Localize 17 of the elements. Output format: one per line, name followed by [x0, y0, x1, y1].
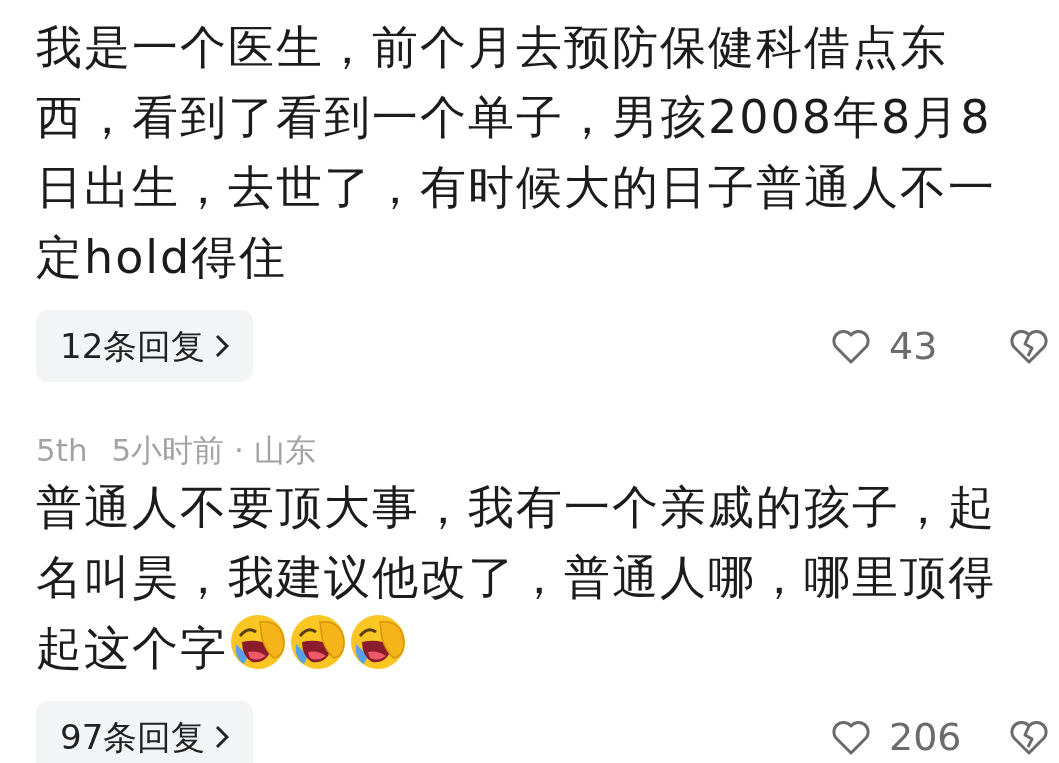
- chevron-right-icon: [215, 725, 230, 749]
- chevron-right-icon: [215, 334, 230, 358]
- laughing-face-icon: [348, 612, 408, 672]
- like-count: 206: [889, 713, 963, 761]
- laughing-face-icon: [228, 612, 288, 672]
- heart-icon[interactable]: [831, 719, 871, 755]
- like-count: 43: [889, 322, 939, 370]
- comment-text: 普通人不要顶大事，我有一个亲戚的孩子，起名叫昊，我建议他改了，普通人哪，哪里顶得起这个字: [36, 479, 997, 677]
- broken-heart-icon[interactable]: [1009, 719, 1049, 755]
- replies-button[interactable]: 97条回复: [36, 701, 254, 763]
- heart-icon[interactable]: [831, 328, 871, 364]
- comment-time-location: 5小时前 · 山东: [111, 431, 316, 470]
- floor-number: 5th: [36, 431, 88, 470]
- broken-heart-icon[interactable]: [1009, 328, 1049, 364]
- comment-text: 我是一个医生，前个月去预防保健科借点东西，看到了看到一个单子，男孩2008年8月8日出生，去世了，有时候大的日子普通人不一定hold得住: [36, 19, 997, 286]
- laughing-face-icon: [288, 612, 348, 672]
- replies-button[interactable]: 12条回复: [36, 310, 254, 382]
